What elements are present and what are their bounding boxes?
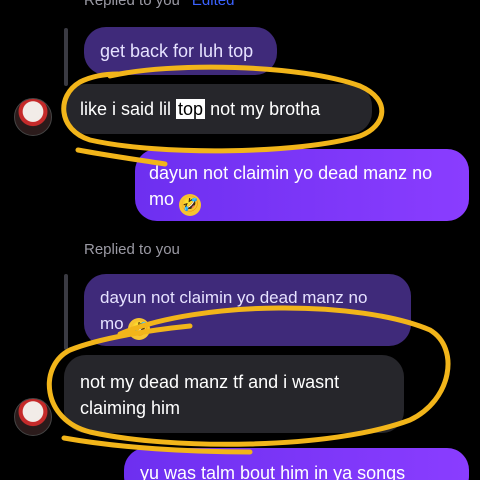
incoming-message[interactable]: like i said lil top not my brotha bbox=[64, 84, 372, 134]
quoted-message[interactable]: get back for luh top bbox=[84, 27, 277, 75]
reply-rail bbox=[64, 28, 68, 86]
contact-avatar[interactable] bbox=[14, 98, 52, 136]
highlighted-word: top bbox=[176, 99, 206, 119]
replied-to-you-label: Replied to you bbox=[84, 241, 180, 258]
quoted-message[interactable]: dayun not claimin yo dead manz no mo 🤣 bbox=[84, 274, 411, 346]
outgoing-message[interactable]: dayun not claimin yo dead manz no mo 🤣 bbox=[135, 149, 469, 221]
outgoing-message-text: yu was talm bout him in ya songs bbox=[140, 463, 406, 480]
contact-avatar[interactable] bbox=[14, 398, 52, 436]
outgoing-message[interactable]: yu was talm bout him in ya songs bbox=[124, 448, 469, 480]
reply-indicator-top: Replied to you Edited bbox=[84, 0, 234, 9]
message-text-part: not my brotha bbox=[205, 99, 321, 119]
replied-to-you-label: Replied to you bbox=[84, 0, 180, 9]
dm-thread: Replied to you Edited get back for luh to… bbox=[0, 0, 480, 480]
rolling-laughing-emoji-icon: 🤣 bbox=[128, 318, 151, 340]
message-text-part: like i said lil bbox=[80, 99, 177, 119]
incoming-message[interactable]: not my dead manz tf and i wasnt claiming… bbox=[64, 355, 404, 433]
rolling-laughing-emoji-icon: 🤣 bbox=[179, 194, 202, 216]
reply-rail bbox=[64, 274, 68, 350]
quoted-message-text: get back for luh top bbox=[100, 41, 254, 61]
edited-link[interactable]: Edited bbox=[192, 0, 235, 9]
incoming-message-text: not my dead manz tf and i wasnt claiming… bbox=[80, 372, 340, 418]
